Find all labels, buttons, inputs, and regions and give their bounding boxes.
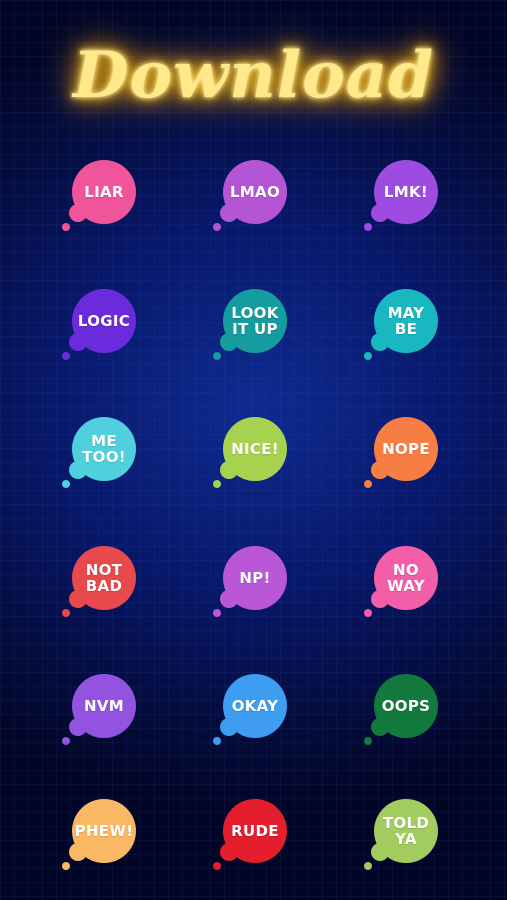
sticker-label: LMK! [383, 183, 429, 201]
sticker-item[interactable]: NICE! [213, 417, 297, 501]
sticker-item[interactable]: NP! [213, 546, 297, 630]
sticker-label: NOPE [382, 440, 430, 458]
bubble-tail-dot [364, 609, 372, 617]
sticker-label: NICE! [231, 440, 279, 458]
sticker-label: RUDE [231, 822, 279, 840]
sticker-item[interactable]: OKAY [213, 674, 297, 758]
sticker-item[interactable]: RUDE [213, 799, 297, 883]
sticker-item[interactable]: LMK! [364, 160, 448, 244]
sticker-label: LMAO [229, 183, 281, 201]
sticker-item[interactable]: TOLD YA [364, 799, 448, 883]
bubble-tail-dot [213, 223, 221, 231]
bubble-tail-dot [213, 737, 221, 745]
bubble-tail-dot [62, 862, 70, 870]
sticker-label: OOPS [381, 697, 431, 715]
bubble-tail-dot [213, 480, 221, 488]
sticker-item[interactable]: NO WAY [364, 546, 448, 630]
bubble-tail-dot [364, 480, 372, 488]
sticker-label: LIAR [84, 183, 124, 201]
bubble-tail-dot [364, 862, 372, 870]
bubble-tail-dot [62, 223, 70, 231]
sticker-label: NP! [239, 569, 271, 587]
sticker-item[interactable]: NOT BAD [62, 546, 146, 630]
bubble-tail-dot [213, 609, 221, 617]
sticker-item[interactable]: NOPE [364, 417, 448, 501]
sticker-label: MAY BE [387, 304, 425, 338]
bubble-tail-dot [364, 352, 372, 360]
page-title: Download [72, 38, 435, 113]
bubble-tail-dot [62, 480, 70, 488]
sticker-item[interactable]: OOPS [364, 674, 448, 758]
sticker-item[interactable]: PHEW! [62, 799, 146, 883]
sticker-label: OKAY [231, 697, 279, 715]
sticker-item[interactable]: MAY BE [364, 289, 448, 373]
sticker-label: PHEW! [74, 822, 134, 840]
sticker-label: LOGIC [77, 312, 131, 330]
sticker-item[interactable]: ME TOO! [62, 417, 146, 501]
sticker-item[interactable]: LOGIC [62, 289, 146, 373]
bubble-tail-dot [62, 609, 70, 617]
bubble-tail-dot [364, 223, 372, 231]
sticker-item[interactable]: LOOK IT UP [213, 289, 297, 373]
sticker-item[interactable]: NVM [62, 674, 146, 758]
sticker-label: ME TOO! [82, 432, 126, 466]
sticker-label: LOOK IT UP [231, 304, 279, 338]
sticker-label: TOLD YA [382, 814, 430, 848]
sticker-label: NOT BAD [85, 561, 123, 595]
sticker-label: NO WAY [387, 561, 425, 595]
bubble-tail-dot [364, 737, 372, 745]
bubble-tail-dot [213, 862, 221, 870]
bubble-tail-dot [62, 737, 70, 745]
sticker-item[interactable]: LMAO [213, 160, 297, 244]
sticker-item[interactable]: LIAR [62, 160, 146, 244]
bubble-tail-dot [62, 352, 70, 360]
sticker-label: NVM [84, 697, 124, 715]
bubble-tail-dot [213, 352, 221, 360]
